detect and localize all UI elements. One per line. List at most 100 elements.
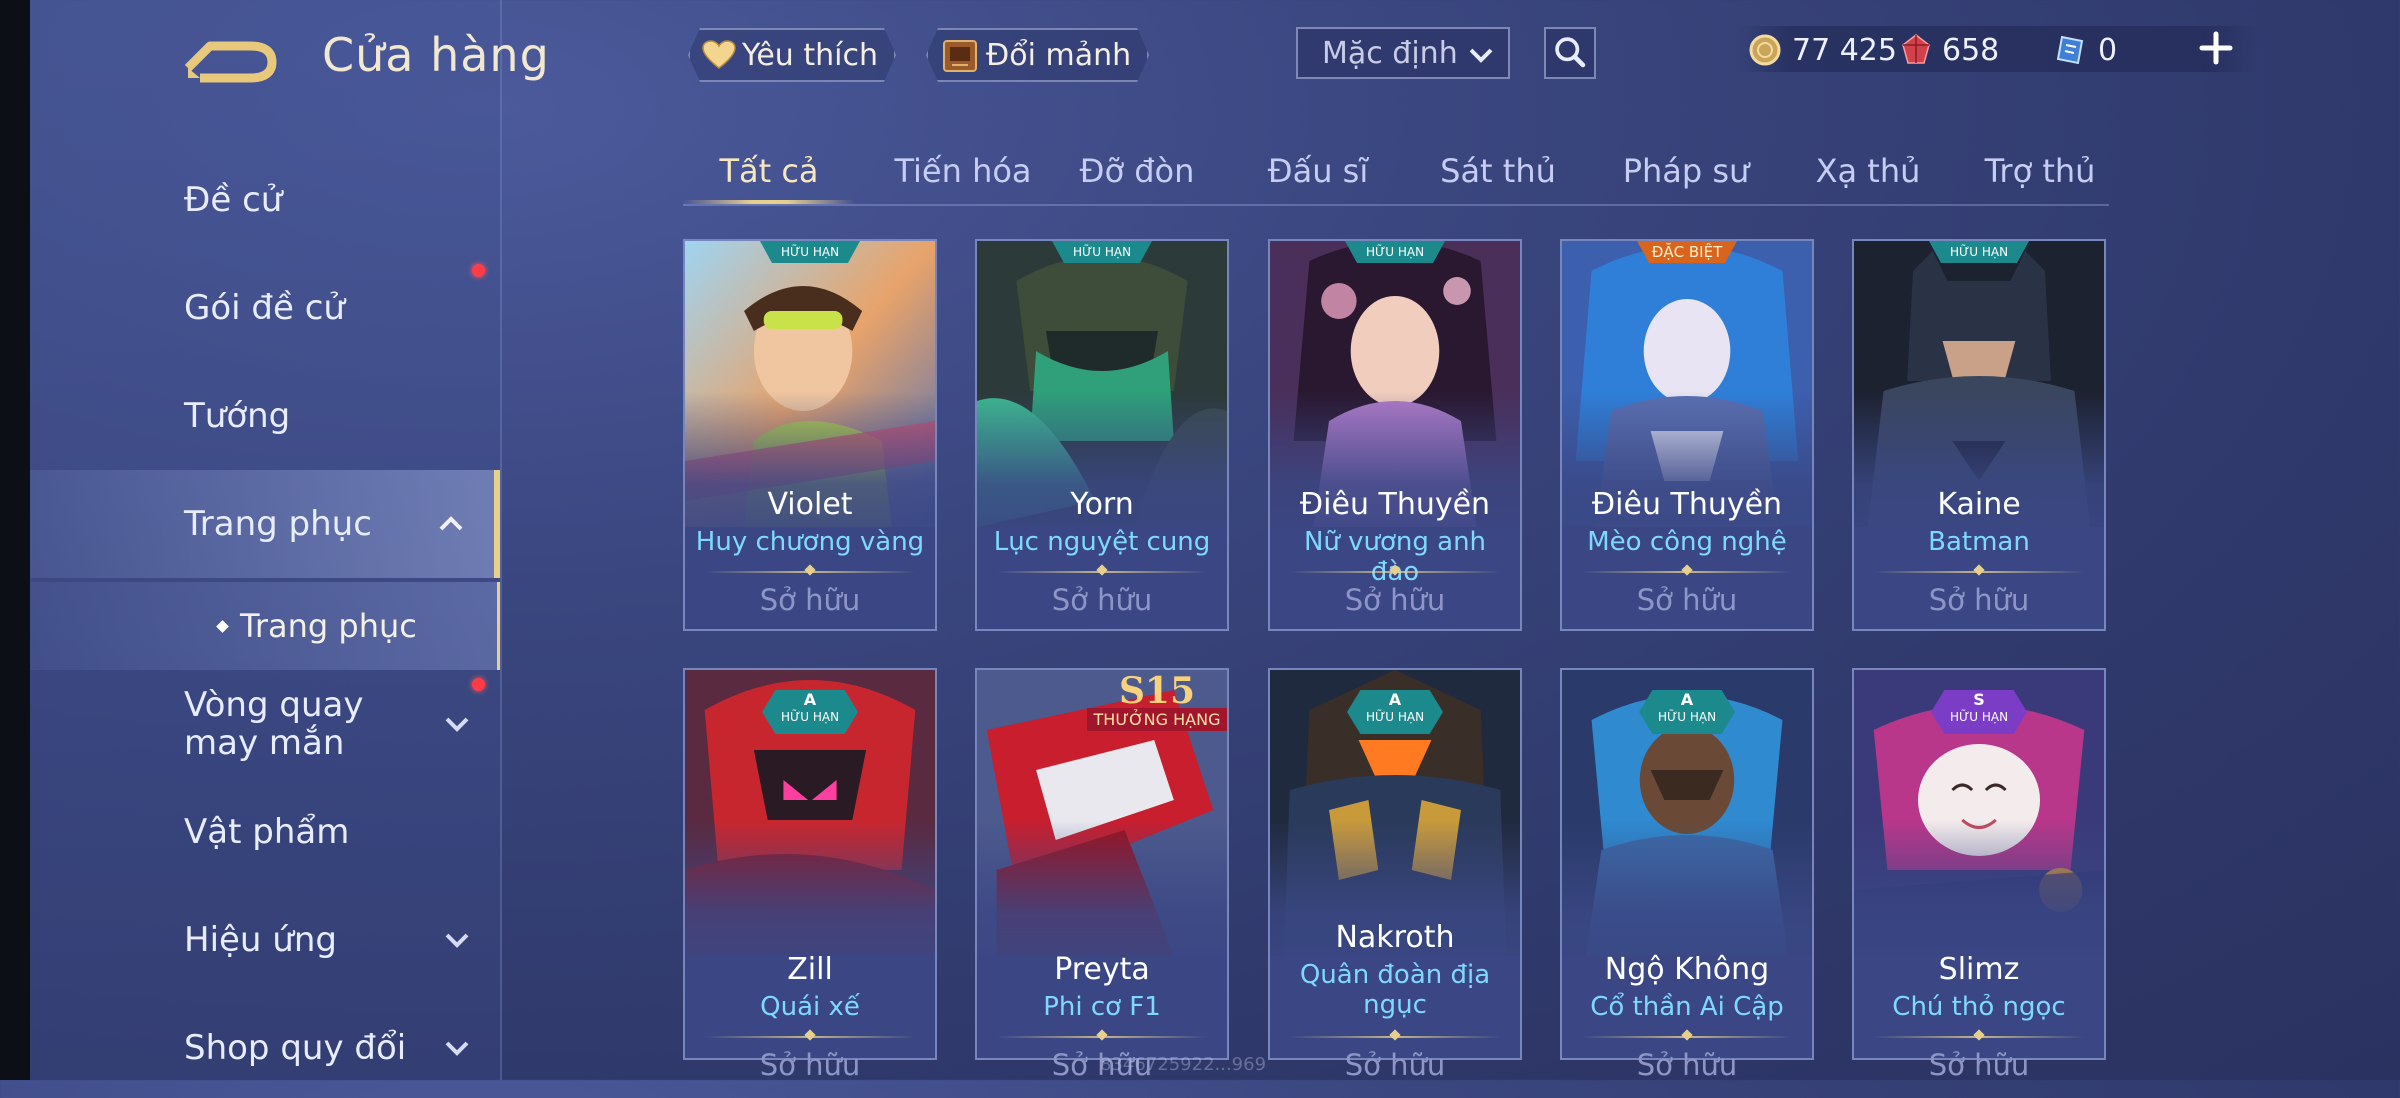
season-badge: S15 THƯỞNG HẠNG (1087, 670, 1227, 744)
skin-card[interactable]: HỮU HẠN Kaine Batman Sở hữu (1852, 239, 2106, 631)
skin-card[interactable]: HỮU HẠN Violet Huy chương vàng Sở hữu (683, 239, 937, 631)
screen-edge (0, 0, 30, 1080)
sidebar-item-label: Tướng (184, 396, 291, 436)
ruby-balance: 658 (1900, 28, 1999, 72)
skin-card[interactable]: A HỮU HẠN Zill Quái xế (683, 668, 937, 1060)
grade-label: HỮU HẠN (1949, 710, 2009, 724)
sidebar-item-heroes[interactable]: Tướng (30, 366, 500, 466)
chevron-down-icon (445, 1041, 469, 1056)
watermark: 8346725922...969 (1100, 1054, 1267, 1075)
skin-card[interactable]: HỮU HẠN Điêu Thuyền Nữ vương anh đào Sở … (1268, 239, 1522, 631)
limited-badge: HỮU HẠN (760, 241, 860, 263)
grade-badge: S HỮU HẠN (1931, 690, 2027, 734)
heart-icon (702, 40, 736, 70)
owned-status: Sở hữu (1636, 1048, 1738, 1082)
card-divider (1874, 1029, 2084, 1041)
owned-status: Sở hữu (1051, 583, 1153, 617)
skin-name: Lục nguyệt cung (993, 527, 1211, 557)
favorites-button[interactable]: Yêu thích (688, 28, 896, 82)
sidebar-item-label: Shop quy đổi (184, 1028, 407, 1068)
tab-all[interactable]: Tất cả (683, 140, 855, 202)
top-up-button[interactable] (2194, 26, 2238, 70)
skin-name: Chú thỏ ngọc (1892, 992, 2066, 1022)
sidebar-item-label: Vòng quay may mắn (184, 685, 364, 763)
skin-card[interactable]: A HỮU HẠN Nakroth Quân đoàn địa ngục (1268, 668, 1522, 1060)
search-button[interactable] (1544, 27, 1596, 79)
hero-name: Slimz (1938, 952, 2020, 987)
skin-card[interactable]: HỮU HẠN Yorn Lục nguyệt cung Sở hữu (975, 239, 1229, 631)
grade-badge: A HỮU HẠN (1639, 690, 1735, 734)
chevron-up-icon (439, 516, 463, 531)
tab-assassin[interactable]: Sát thủ (1423, 140, 1573, 202)
owned-status: Sở hữu (1928, 583, 2030, 617)
card-divider (1290, 1029, 1500, 1041)
hero-name: Điêu Thuyền (1591, 487, 1783, 522)
exchange-label: Đổi mảnh (986, 37, 1132, 73)
card-divider (997, 564, 1207, 576)
tab-support[interactable]: Trợ thủ (1965, 140, 2115, 202)
tab-fighter[interactable]: Đấu sĩ (1243, 140, 1393, 202)
plus-icon (2199, 31, 2233, 65)
sidebar-item-effects[interactable]: Hiệu ứng (30, 890, 500, 990)
skin-name: Quái xế (760, 992, 860, 1022)
hero-name: Zill (787, 952, 833, 987)
sidebar-subitem-skins[interactable]: Trang phục (30, 582, 500, 670)
tab-marksman[interactable]: Xạ thủ (1793, 140, 1943, 202)
chevron-down-icon (445, 717, 469, 732)
limited-badge: HỮU HẠN (1929, 241, 2029, 263)
skin-name: Quân đoàn địa ngục (1299, 960, 1491, 1020)
skin-name: Mèo công nghệ (1587, 527, 1787, 557)
grade-letter: S (1973, 690, 1985, 709)
chevron-down-icon (445, 933, 469, 948)
sort-value: Mặc định (1322, 35, 1458, 71)
card-divider (705, 1029, 915, 1041)
sidebar-item-lucky-spin[interactable]: Vòng quay may mắn (30, 672, 500, 776)
grade-letter: A (1680, 690, 1694, 709)
sidebar-item-label: Hiệu ứng (184, 920, 337, 960)
sidebar-item-label: Gói đề cử (184, 288, 345, 328)
skin-name: Nữ vương anh đào (1303, 527, 1487, 587)
limited-badge: HỮU HẠN (1345, 241, 1445, 263)
skin-name: Cổ thần Ai Cập (1590, 992, 1784, 1022)
sidebar-subitem-label: Trang phục (240, 607, 417, 645)
card-divider (997, 1029, 1207, 1041)
skin-card[interactable]: ĐẶC BIỆT Điêu Thuyền Mèo công nghệ Sở hữ… (1560, 239, 1814, 631)
sidebar-item-label: Đề cử (184, 180, 283, 220)
special-badge: ĐẶC BIỆT (1637, 241, 1737, 263)
skin-card[interactable]: A HỮU HẠN Ngộ Không Cổ thần Ai Cập (1560, 668, 1814, 1060)
sidebar-item-label: Vật phẩm (184, 812, 350, 852)
hero-name: Nakroth (1335, 920, 1455, 955)
grade-label: HỮU HẠN (780, 710, 840, 724)
voucher-amount: 0 (2098, 32, 2118, 68)
sidebar-item-featured[interactable]: Đề cử (30, 150, 500, 250)
skin-card[interactable]: S15 THƯỞNG HẠNG Preyta Phi cơ F1 (975, 668, 1229, 1060)
hero-name: Kaine (1937, 487, 2021, 522)
sort-dropdown[interactable]: Mặc định (1296, 27, 1510, 79)
back-button[interactable] (180, 28, 280, 88)
grade-label: HỮU HẠN (1365, 710, 1425, 724)
sidebar-item-exchange-shop[interactable]: Shop quy đổi (30, 998, 500, 1098)
tab-mage[interactable]: Pháp sư (1601, 140, 1771, 202)
sidebar-item-skins[interactable]: Trang phục (30, 470, 500, 578)
skin-name: Batman (1928, 527, 2030, 557)
hero-name: Yorn (1070, 487, 1134, 522)
hero-name: Điêu Thuyền (1299, 487, 1491, 522)
sidebar-item-items[interactable]: Vật phẩm (30, 782, 500, 882)
notification-dot (472, 678, 485, 691)
season-rank: THƯỞNG HẠNG (1087, 708, 1227, 731)
bullet-icon (216, 620, 229, 633)
owned-status: Sở hữu (1636, 583, 1738, 617)
card-divider (1582, 564, 1792, 576)
skin-card[interactable]: S HỮU HẠN Slimz Chú thỏ ngọc (1852, 668, 2106, 1060)
grade-badge: A HỮU HẠN (762, 690, 858, 734)
hero-name: Ngộ Không (1604, 952, 1770, 987)
card-divider (1582, 1029, 1792, 1041)
gold-coin-icon (1749, 34, 1781, 66)
exchange-shards-button[interactable]: Đổi mảnh (926, 28, 1149, 82)
tab-evolution[interactable]: Tiến hóa (873, 140, 1053, 202)
sidebar-item-featured-packs[interactable]: Gói đề cử (30, 258, 500, 358)
card-divider (705, 564, 915, 576)
chevron-down-icon (1469, 48, 1493, 63)
tab-tank[interactable]: Đỡ đòn (1057, 140, 1217, 202)
ruby-icon (1902, 34, 1930, 64)
